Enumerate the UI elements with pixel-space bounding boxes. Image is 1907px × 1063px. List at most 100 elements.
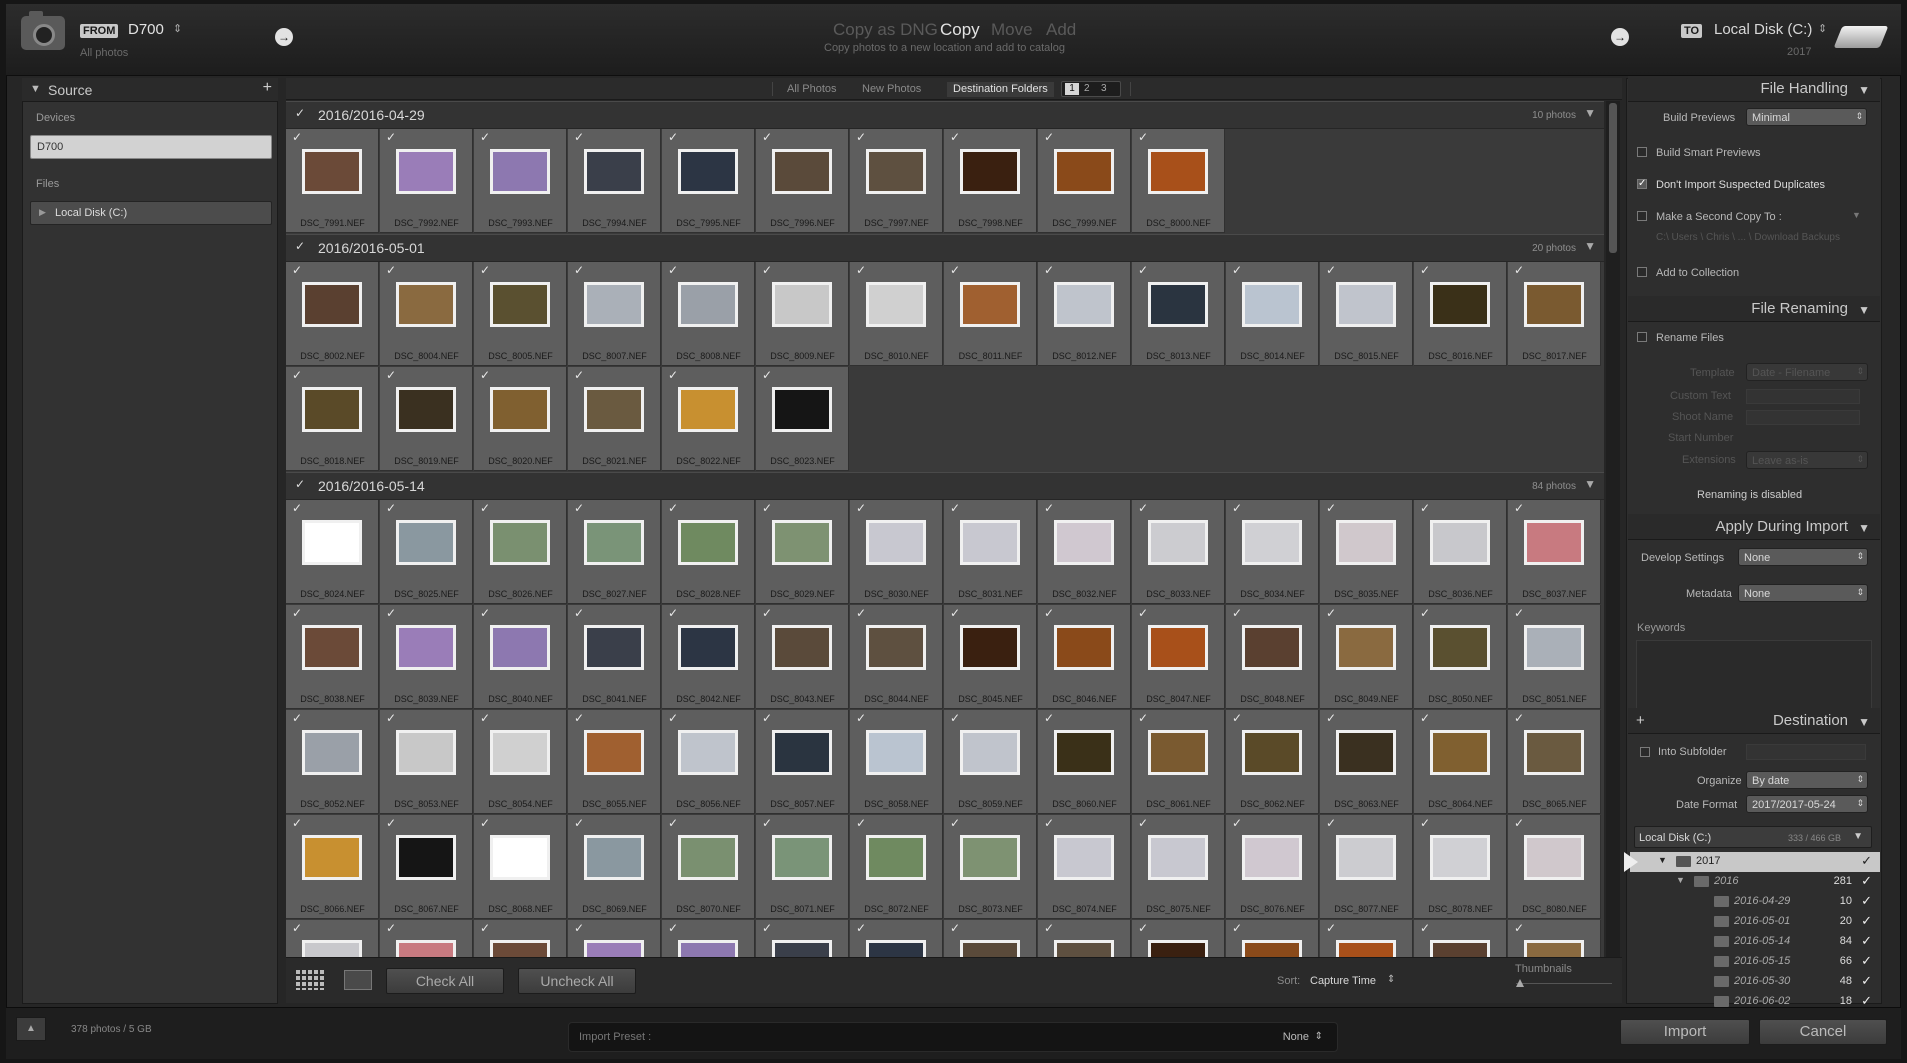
photo-cell[interactable]: ✓ DSC_8016.NEF [1414,262,1507,366]
loupe-view-icon[interactable] [344,970,372,990]
photo-cell[interactable]: ✓ DSC_8055.NEF [568,710,661,814]
photo-cell[interactable]: ✓ DSC_8041.NEF [568,605,661,709]
photo-checkbox[interactable]: ✓ [480,264,491,276]
expand-triangle-icon[interactable]: ▶ [39,207,46,218]
photo-cell[interactable]: ✓ DSC_8044.NEF [850,605,943,709]
photo-cell[interactable]: ✓ DSC_8056.NEF [662,710,755,814]
photo-thumbnail[interactable] [1336,940,1396,957]
folder-check-icon[interactable]: ✓ [1861,933,1872,949]
photo-thumbnail[interactable] [1148,940,1208,957]
photo-checkbox[interactable]: ✓ [574,817,585,829]
photo-cell[interactable]: ✓ DSC_8047.NEF [1132,605,1225,709]
photo-cell[interactable]: ✓ [568,920,661,957]
import-preset-bar[interactable]: Import Preset : None ⇕ [568,1022,1338,1052]
group-checkbox[interactable]: ✓ [295,107,307,119]
photo-thumbnail[interactable] [960,149,1020,194]
photo-cell[interactable]: ✓ [1414,920,1507,957]
group-checkbox[interactable]: ✓ [295,478,307,490]
template-dropdown[interactable]: Date - Filename ⇕ [1746,363,1868,381]
photo-checkbox[interactable]: ✓ [668,131,679,143]
device-item-d700[interactable]: D700 [30,135,272,159]
photo-checkbox[interactable]: ✓ [1044,607,1055,619]
photo-cell[interactable]: ✓ [1226,920,1319,957]
disk-volume-row[interactable]: Local Disk (C:) 333 / 466 GB ▼ [1634,826,1872,848]
photo-thumbnail[interactable] [1054,730,1114,775]
photo-thumbnail[interactable] [584,940,644,957]
photo-thumbnail[interactable] [1430,940,1490,957]
photo-thumbnail[interactable] [960,625,1020,670]
photo-checkbox[interactable]: ✓ [574,607,585,619]
photo-checkbox[interactable]: ✓ [386,712,397,724]
dest-name[interactable]: Local Disk (C:) [1714,21,1812,38]
photo-cell[interactable]: ✓ DSC_8043.NEF [756,605,849,709]
photo-checkbox[interactable]: ✓ [668,502,679,514]
photo-checkbox[interactable]: ✓ [1044,131,1055,143]
photo-checkbox[interactable]: ✓ [1232,712,1243,724]
photo-checkbox[interactable]: ✓ [1232,922,1243,934]
photo-cell[interactable]: ✓ [1132,920,1225,957]
photo-cell[interactable]: ✓ DSC_8048.NEF [1226,605,1319,709]
photo-checkbox[interactable]: ✓ [762,607,773,619]
photo-thumbnail[interactable] [1336,625,1396,670]
photo-checkbox[interactable]: ✓ [762,817,773,829]
photo-checkbox[interactable]: ✓ [950,131,961,143]
photo-checkbox[interactable]: ✓ [1514,817,1525,829]
subfolder-input[interactable] [1746,744,1866,760]
photo-thumbnail[interactable] [1242,940,1302,957]
photo-cell[interactable]: ✓ DSC_7991.NEF [286,129,379,233]
photo-checkbox[interactable]: ✓ [762,712,773,724]
import-button[interactable]: Import [1620,1019,1750,1045]
photo-thumbnail[interactable] [866,730,926,775]
second-copy-path[interactable]: C:\ Users \ Chris \ ... \ Download Backu… [1656,232,1840,243]
photo-thumbnail[interactable] [1148,730,1208,775]
photo-checkbox[interactable]: ✓ [574,131,585,143]
photo-cell[interactable]: ✓ DSC_8039.NEF [380,605,473,709]
photo-checkbox[interactable]: ✓ [762,369,773,381]
photo-thumbnail[interactable] [584,730,644,775]
photo-thumbnail[interactable] [772,940,832,957]
photo-thumbnail[interactable] [490,730,550,775]
photo-cell[interactable]: ✓ DSC_8080.NEF [1508,815,1601,919]
photo-thumbnail[interactable] [490,835,550,880]
metadata-dropdown[interactable]: None ⇕ [1738,584,1868,602]
photo-thumbnail[interactable] [1242,625,1302,670]
photo-checkbox[interactable]: ✓ [1138,264,1149,276]
photo-checkbox[interactable]: ✓ [950,264,961,276]
photo-cell[interactable]: ✓ DSC_8059.NEF [944,710,1037,814]
photo-cell[interactable]: ✓ [756,920,849,957]
dest-dropdown-icon[interactable]: ⇕ [1818,22,1827,35]
photo-checkbox[interactable]: ✓ [480,922,491,934]
photo-thumbnail[interactable] [678,520,738,565]
photo-cell[interactable]: ✓ DSC_7992.NEF [380,129,473,233]
photo-checkbox[interactable]: ✓ [1514,264,1525,276]
tab-all-photos[interactable]: All Photos [787,83,837,95]
photo-checkbox[interactable]: ✓ [1420,712,1431,724]
folder-row[interactable]: ▼ 2017 ✓ [1624,852,1880,872]
photo-cell[interactable]: ✓ DSC_8067.NEF [380,815,473,919]
photo-cell[interactable]: ✓ DSC_8065.NEF [1508,710,1601,814]
folder-check-icon[interactable]: ✓ [1861,953,1872,969]
photo-thumbnail[interactable] [1524,835,1584,880]
file-handling-header[interactable]: File Handling ▼ [1628,76,1880,102]
photo-thumbnail[interactable] [960,940,1020,957]
photo-checkbox[interactable]: ✓ [574,922,585,934]
photo-thumbnail[interactable] [1148,625,1208,670]
photo-thumbnail[interactable] [678,625,738,670]
photo-thumbnail[interactable] [396,520,456,565]
thumbnail-size-slider[interactable] [1516,983,1612,984]
photo-thumbnail[interactable] [866,520,926,565]
photo-checkbox[interactable]: ✓ [386,131,397,143]
photo-checkbox[interactable]: ✓ [386,922,397,934]
photo-cell[interactable]: ✓ DSC_8034.NEF [1226,500,1319,604]
photo-cell[interactable]: ✓ DSC_8004.NEF [380,262,473,366]
page-1[interactable]: 1 [1065,83,1079,95]
photo-checkbox[interactable]: ✓ [292,131,303,143]
photo-checkbox[interactable]: ✓ [1138,712,1149,724]
folder-row[interactable]: 2016-05-14 84 ✓ [1630,932,1880,952]
photo-checkbox[interactable]: ✓ [950,817,961,829]
source-dropdown-icon[interactable]: ⇕ [173,22,182,35]
photo-thumbnail[interactable] [772,730,832,775]
add-collection-checkbox[interactable] [1637,267,1647,277]
photo-cell[interactable]: ✓ DSC_8073.NEF [944,815,1037,919]
photo-checkbox[interactable]: ✓ [386,369,397,381]
